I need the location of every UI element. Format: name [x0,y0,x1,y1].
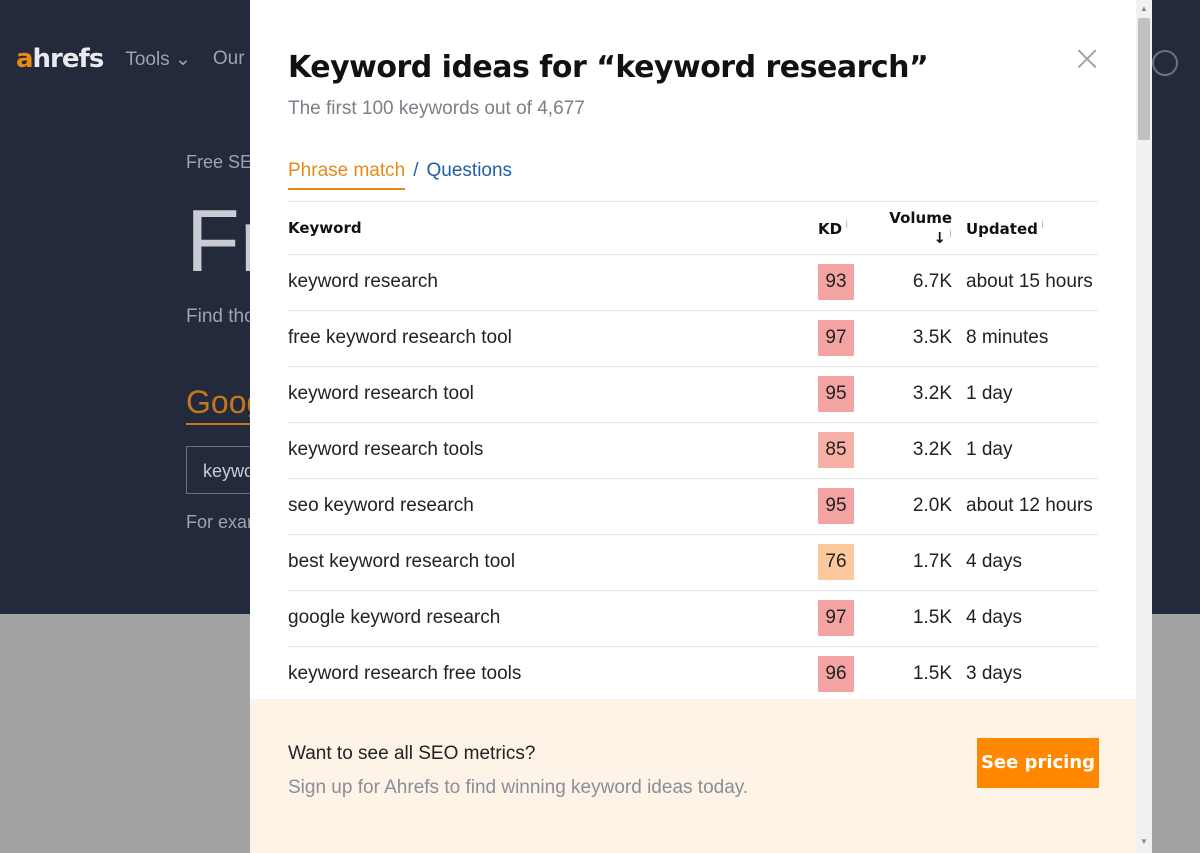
row-updated: 4 days [966,590,1098,647]
see-pricing-button[interactable]: See pricing [977,738,1099,788]
row-keyword: seo keyword research [288,478,818,535]
background-free-label: Free SE [186,152,253,172]
row-keyword: best keyword research tool [288,534,818,591]
table-row: google keyword research 97 1.5K 4 days [288,590,1098,647]
close-icon[interactable]: × [1072,41,1102,77]
updated-info-icon[interactable]: i [1041,218,1044,231]
table-row: free keyword research tool 97 3.5K 8 min… [288,310,1098,367]
row-keyword: free keyword research tool [288,310,818,367]
row-kd-cell: 97 [818,590,888,647]
row-updated: 3 days [966,646,1098,703]
row-updated: about 12 hours [966,478,1098,535]
row-volume: 3.2K [888,422,966,479]
kd-badge: 93 [818,264,854,300]
scrollbar-thumb[interactable] [1138,18,1150,140]
table-row: keyword research tools 85 3.2K 1 day [288,422,1098,479]
header-kd[interactable]: KD i [818,202,888,255]
table-row: best keyword research tool 76 1.7K 4 day… [288,534,1098,591]
row-keyword: keyword research tool [288,366,818,423]
kd-info-icon[interactable]: i [845,218,848,231]
scroll-up-icon[interactable]: ▲ [1136,2,1152,16]
table-row: keyword research free tools 96 1.5K 3 da… [288,646,1098,703]
row-keyword: keyword research free tools [288,646,818,703]
background-example: For exan [186,512,258,532]
table-row: keyword research tool 95 3.2K 1 day [288,366,1098,423]
row-kd-cell: 95 [818,366,888,423]
scroll-down-icon[interactable]: ▼ [1136,835,1152,849]
promo-subtitle: Sign up for Ahrefs to find winning keywo… [288,777,749,798]
background-nav: ahrefs Tools ⌄ Our dat [16,44,276,74]
row-volume: 3.2K [888,366,966,423]
header-updated: Updated i [966,202,1098,255]
kd-badge: 76 [818,544,854,580]
keyword-ideas-modal: × Keyword ideas for “keyword research” T… [250,0,1136,853]
modal-title: Keyword ideas for “keyword research” [288,50,929,85]
row-kd-cell: 85 [818,422,888,479]
scrollbar[interactable]: ▲ ▼ [1136,0,1152,853]
row-volume: 3.5K [888,310,966,367]
row-kd-cell: 97 [818,310,888,367]
row-updated: 1 day [966,366,1098,423]
row-kd-cell: 76 [818,534,888,591]
row-keyword: google keyword research [288,590,818,647]
ahrefs-logo: ahrefs [16,44,104,74]
tab-phrase-match[interactable]: Phrase match [288,160,406,190]
table-row: keyword research 93 6.7K about 15 hours [288,254,1098,311]
row-kd-cell: 95 [818,478,888,535]
row-volume: 1.5K [888,590,966,647]
tab-separator: / [413,160,419,181]
row-kd-cell: 93 [818,254,888,311]
row-updated: about 15 hours [966,254,1098,311]
kd-badge: 96 [818,656,854,692]
row-volume: 2.0K [888,478,966,535]
kd-badge: 85 [818,432,854,468]
row-updated: 1 day [966,422,1098,479]
row-updated: 4 days [966,534,1098,591]
row-volume: 1.5K [888,646,966,703]
header-volume[interactable]: Volume ↓ i [888,202,966,255]
kd-badge: 97 [818,600,854,636]
pricing-promo: Want to see all SEO metrics? Sign up for… [250,699,1136,853]
row-keyword: keyword research tools [288,422,818,479]
tab-questions[interactable]: Questions [427,160,513,190]
keyword-table: Keyword KD i Volume ↓ i Updated i keyword r… [288,202,1098,703]
row-keyword: keyword research [288,254,818,311]
nav-tools: Tools ⌄ [125,48,191,70]
globe-icon [1152,50,1178,76]
kd-badge: 95 [818,488,854,524]
background-description: Find tho [186,306,255,327]
row-updated: 8 minutes [966,310,1098,367]
row-volume: 1.7K [888,534,966,591]
table-header-row: Keyword KD i Volume ↓ i Updated i [288,202,1098,255]
table-row: seo keyword research 95 2.0K about 12 ho… [288,478,1098,535]
volume-info-icon[interactable]: i [949,227,952,240]
header-keyword: Keyword [288,202,818,255]
row-volume: 6.7K [888,254,966,311]
row-kd-cell: 96 [818,646,888,703]
kd-badge: 97 [818,320,854,356]
promo-title: Want to see all SEO metrics? [288,743,536,764]
modal-subtitle: The first 100 keywords out of 4,677 [288,98,585,119]
kd-badge: 95 [818,376,854,412]
match-type-tabs: Phrase match / Questions [288,160,512,190]
